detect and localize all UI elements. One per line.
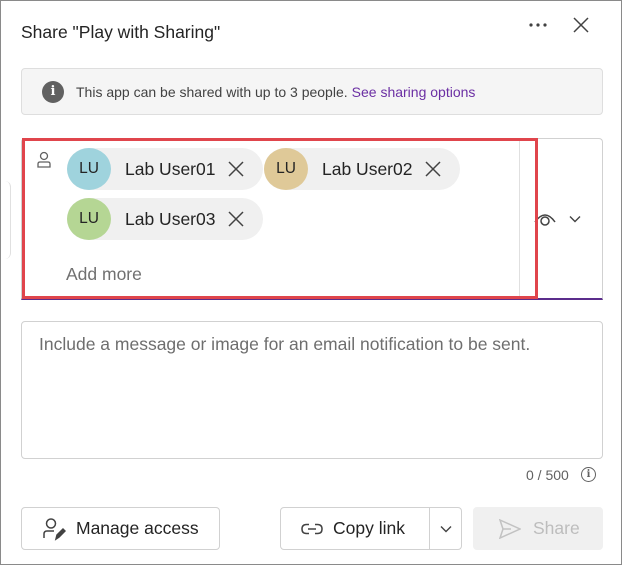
person-name: Lab User02 [322, 158, 413, 179]
chevron-down-icon [440, 525, 451, 532]
chevron-down-icon [569, 216, 581, 223]
avatar: LU [67, 198, 111, 240]
see-sharing-options-link[interactable]: See sharing options [352, 84, 476, 100]
avatar: LU [67, 148, 111, 190]
message-input[interactable] [39, 334, 585, 446]
person-name: Lab User01 [125, 158, 216, 179]
close-button[interactable] [566, 10, 596, 40]
manage-access-label: Manage access [76, 518, 199, 538]
close-icon [228, 161, 245, 177]
avatar: LU [264, 148, 308, 190]
share-dialog: Share "Play with Sharing" i This app can… [0, 0, 622, 565]
person-chip-lab-user01: LU Lab User01 [67, 148, 263, 190]
share-label: Share [533, 518, 580, 538]
dialog-title: Share "Play with Sharing" [21, 22, 221, 42]
person-chip-lab-user03: LU Lab User03 [67, 198, 263, 240]
remove-person-button[interactable] [223, 156, 249, 182]
person-chip-lab-user02: LU Lab User02 [264, 148, 460, 190]
person-name: Lab User03 [125, 208, 216, 229]
info-icon: i [581, 467, 596, 482]
close-icon [228, 211, 245, 227]
person-icon [37, 151, 51, 168]
panel-edge [1, 181, 11, 259]
more-options-button[interactable] [523, 11, 553, 39]
copy-link-button[interactable]: Copy link [280, 507, 430, 550]
character-count: 0 / 500 [526, 467, 569, 483]
info-icon: i [42, 80, 64, 103]
copy-link-options-button[interactable] [429, 507, 462, 550]
info-text: This app can be shared with up to 3 peop… [76, 83, 348, 100]
close-icon [573, 17, 589, 33]
info-bar: i This app can be shared with up to 3 pe… [21, 68, 603, 115]
copy-link-label: Copy link [333, 518, 405, 538]
remove-person-button[interactable] [223, 206, 249, 232]
person-edit-icon [43, 517, 66, 541]
send-icon [499, 518, 521, 539]
add-more-input[interactable] [66, 264, 266, 285]
manage-access-button[interactable]: Manage access [21, 507, 220, 550]
message-box[interactable] [21, 321, 603, 459]
share-button[interactable]: Share [473, 507, 603, 550]
remove-person-button[interactable] [420, 156, 446, 182]
people-picker-divider [519, 141, 520, 297]
link-icon [301, 523, 323, 534]
eye-icon [534, 214, 556, 226]
more-horizontal-icon [529, 23, 547, 27]
permission-dropdown[interactable] [533, 201, 591, 237]
close-icon [425, 161, 442, 177]
